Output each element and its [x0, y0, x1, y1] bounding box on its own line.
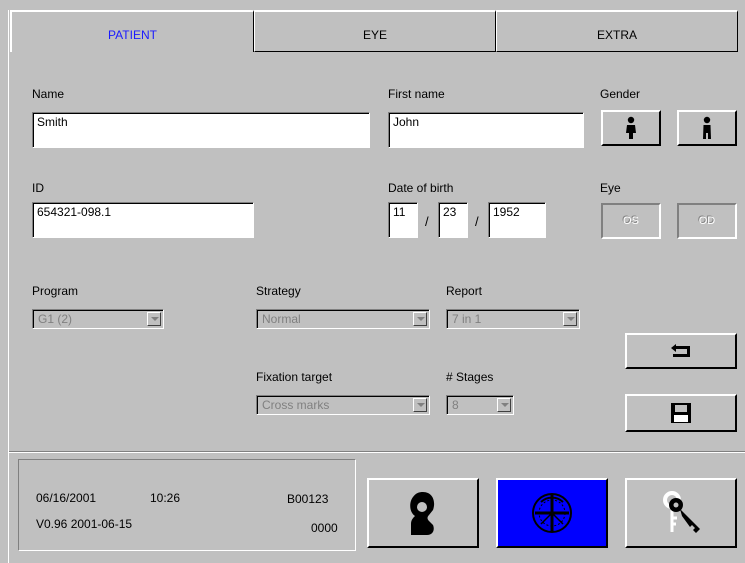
tab-extra[interactable]: EXTRA [496, 10, 738, 52]
dob-separator: / [475, 214, 479, 229]
chevron-down-icon[interactable] [497, 398, 511, 412]
perimetry-button[interactable] [496, 478, 608, 548]
male-person-icon [626, 116, 636, 139]
gender-label: Gender [600, 87, 641, 101]
patient-head-icon [410, 492, 435, 535]
name-field[interactable]: Smith [32, 112, 370, 148]
program-label: Program [32, 284, 79, 298]
return-arrow-icon [671, 344, 690, 357]
back-button[interactable] [625, 333, 737, 369]
eye-os-label: OS [623, 215, 639, 227]
status-time: 10:26 [150, 491, 181, 505]
chevron-down-icon[interactable] [147, 312, 161, 326]
keys-button[interactable] [625, 478, 737, 548]
female-person-icon [703, 116, 711, 139]
report-label: Report [446, 284, 483, 298]
eye-globe-icon [532, 493, 572, 533]
status-version: V0.96 2001-06-15 [36, 517, 133, 531]
chevron-down-icon[interactable] [563, 312, 577, 326]
dob-separator: / [425, 214, 429, 229]
name-label: Name [32, 87, 65, 101]
chevron-down-icon[interactable] [413, 398, 427, 412]
strategy-select[interactable]: Normal [256, 309, 430, 329]
gender-female-button[interactable] [677, 110, 737, 146]
strategy-label: Strategy [256, 284, 301, 298]
id-field[interactable]: 654321-098.1 [32, 202, 254, 238]
dob-label: Date of birth [388, 181, 454, 195]
status-count: 0000 [311, 521, 338, 535]
dob-year-field[interactable]: 1952 [488, 202, 546, 238]
eye-od-label: OD [698, 215, 716, 227]
eye-os-button[interactable]: OS [601, 203, 661, 239]
stages-value: 8 [452, 398, 459, 412]
fixation-label: Fixation target [256, 370, 333, 384]
report-select[interactable]: 7 in 1 [446, 309, 580, 329]
program-value: G1 (2) [38, 312, 73, 326]
report-value: 7 in 1 [452, 312, 482, 326]
status-code: B00123 [287, 492, 329, 506]
first-name-field[interactable]: John [388, 112, 584, 148]
patient-button[interactable] [367, 478, 479, 548]
strategy-value: Normal [262, 312, 301, 326]
tab-eye[interactable]: EYE [254, 10, 496, 52]
save-button[interactable] [625, 394, 737, 432]
fixation-value: Cross marks [262, 398, 330, 412]
first-name-label: First name [388, 87, 445, 101]
gender-male-button[interactable] [601, 110, 661, 146]
tab-patient[interactable]: PATIENT [10, 10, 254, 52]
stages-select[interactable]: 8 [446, 395, 514, 415]
fixation-select[interactable]: Cross marks [256, 395, 430, 415]
eye-od-button[interactable]: OD [677, 203, 737, 239]
floppy-disk-icon [671, 403, 691, 423]
eye-label: Eye [600, 181, 621, 195]
status-date: 06/16/2001 [36, 491, 97, 505]
divider [9, 452, 745, 453]
dob-day-field[interactable]: 23 [438, 202, 468, 238]
chevron-down-icon[interactable] [413, 312, 427, 326]
program-select[interactable]: G1 (2) [32, 309, 164, 329]
id-label: ID [32, 181, 44, 195]
stages-label: # Stages [446, 370, 494, 384]
keys-icon [663, 491, 700, 533]
dob-month-field[interactable]: 11 [388, 202, 418, 238]
